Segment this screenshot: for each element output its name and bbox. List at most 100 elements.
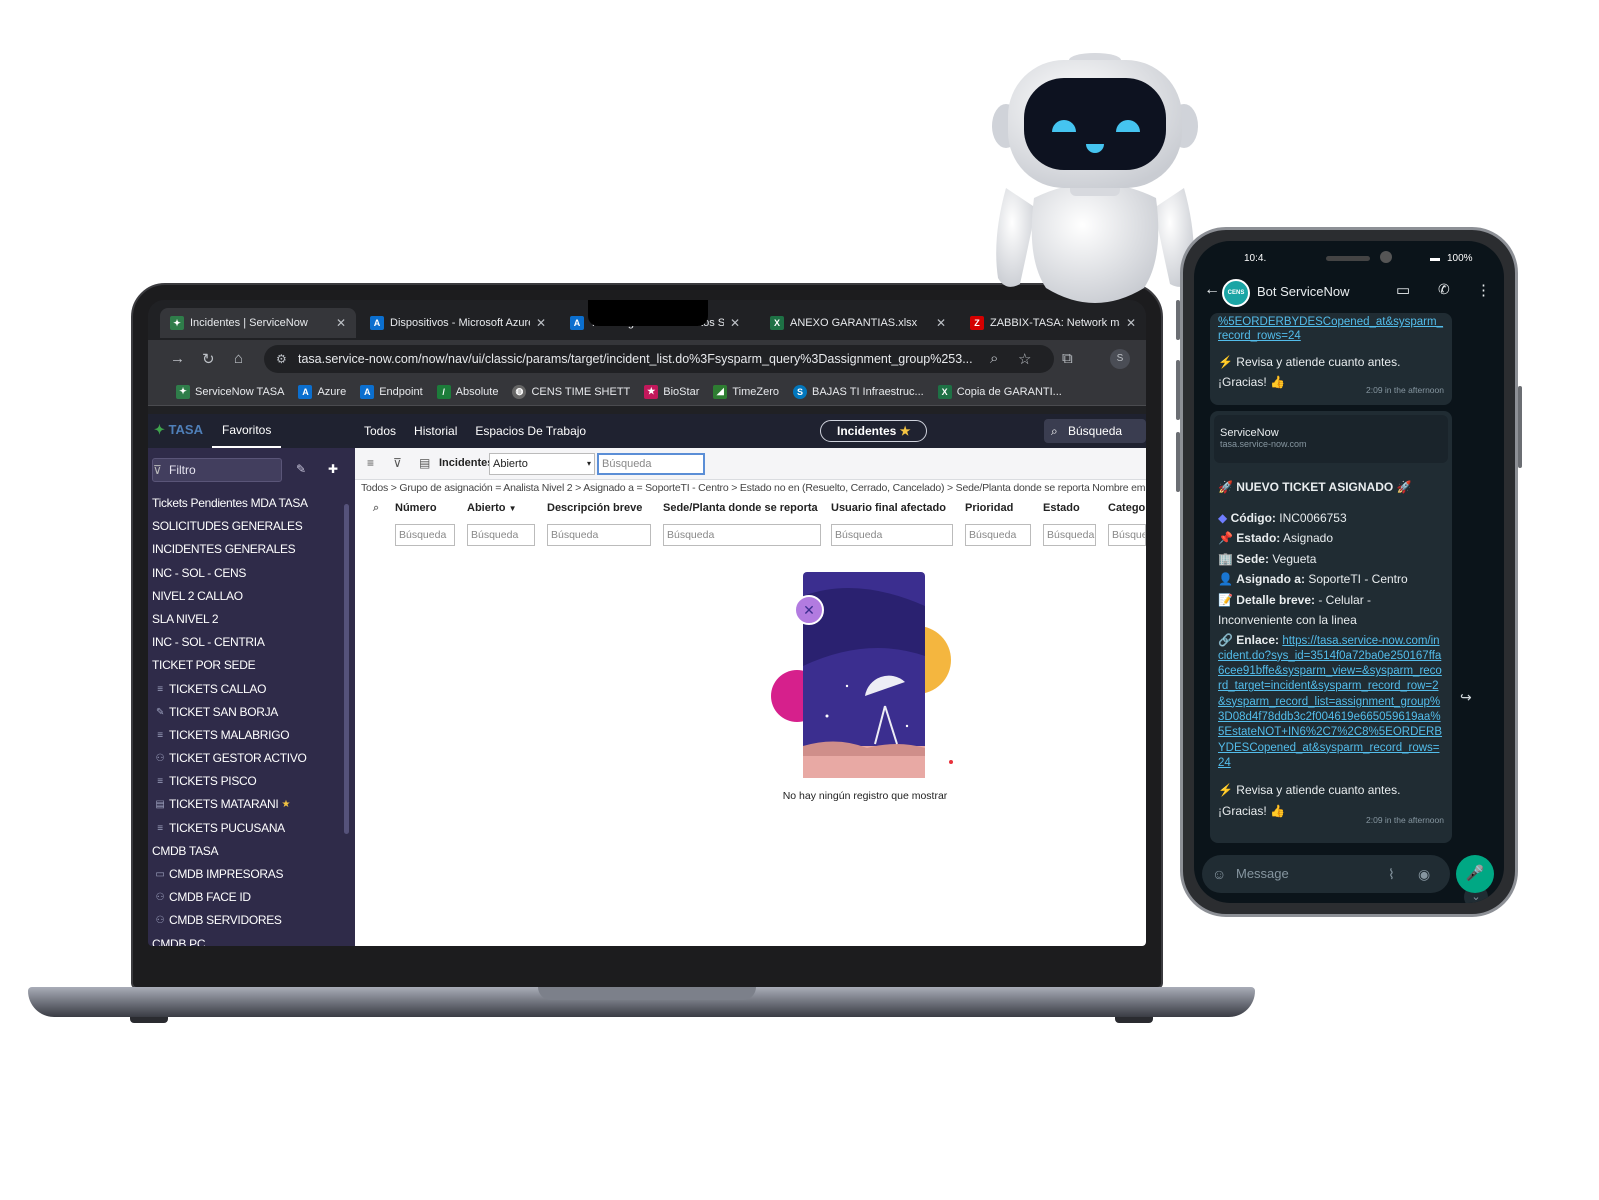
column-usuario[interactable]: Usuario final afectado bbox=[831, 502, 946, 514]
sidebar-item[interactable]: ▭ CMDB IMPRESORAS bbox=[152, 863, 342, 886]
sticker-icon[interactable]: ☺ bbox=[1212, 855, 1226, 893]
bookmark-bajas[interactable]: S BAJAS TI Infraestruc... bbox=[793, 384, 924, 399]
more-options-icon[interactable]: ⋮ bbox=[1476, 281, 1491, 299]
bookmark-timezero[interactable]: ◢ TimeZero bbox=[713, 384, 779, 399]
column-search-input[interactable]: Búsqueda bbox=[467, 524, 535, 546]
bookmark-cens[interactable]: ◍ CENS TIME SHETT bbox=[512, 384, 630, 399]
bookmark-absolute[interactable]: / Absolute bbox=[436, 384, 498, 399]
field-select[interactable]: Abierto ▾ bbox=[489, 453, 595, 475]
global-search[interactable]: ⌕ Búsqueda bbox=[1044, 419, 1146, 443]
context-pill[interactable]: Incidentes ★ bbox=[820, 420, 928, 442]
camera-icon[interactable]: ◉ bbox=[1418, 855, 1430, 893]
sidebar-item[interactable]: ≡ TICKETS MALABRIGO bbox=[152, 724, 342, 747]
column-estado[interactable]: Estado bbox=[1043, 502, 1080, 514]
sidebar-item[interactable]: ⚇ TICKET GESTOR ACTIVO bbox=[152, 747, 342, 770]
nav-todos[interactable]: Todos bbox=[364, 414, 396, 448]
filter-breadcrumb[interactable]: Todos > Grupo de asignación = Analista N… bbox=[361, 482, 1146, 498]
sidebar-item[interactable]: Tickets Pendientes MDA TASA bbox=[152, 492, 342, 515]
close-icon[interactable]: ✕ bbox=[936, 316, 946, 330]
close-icon[interactable]: ✕ bbox=[1126, 316, 1136, 330]
phone-call-icon[interactable]: ✆ bbox=[1438, 281, 1450, 298]
sidebar-item[interactable]: ✎ TICKET SAN BORJA bbox=[152, 701, 342, 724]
reload-icon[interactable]: ↻ bbox=[202, 350, 215, 368]
sidebar-item[interactable]: SOLICITUDES GENERALES bbox=[152, 515, 342, 538]
sidebar-item[interactable]: CMDB TASA bbox=[152, 840, 342, 863]
star-icon[interactable]: ★ bbox=[281, 793, 290, 816]
favorites-tab[interactable]: Favoritos bbox=[212, 414, 282, 448]
filter-input[interactable]: ⊽ Filtro bbox=[152, 458, 282, 482]
bookmark-azure[interactable]: A Azure bbox=[298, 384, 346, 399]
pin-icon[interactable]: ✚ bbox=[328, 462, 338, 476]
tasa-logo[interactable]: ✦ TASA bbox=[154, 422, 203, 438]
bookmark-garanti[interactable]: X Copia de GARANTI... bbox=[937, 384, 1062, 399]
close-icon[interactable]: ✕ bbox=[730, 316, 740, 330]
ticket-link[interactable]: https://tasa.service-now.com/incident.do… bbox=[1218, 635, 1442, 769]
column-prioridad[interactable]: Prioridad bbox=[965, 502, 1013, 514]
column-search-input[interactable]: Búsqueda bbox=[831, 524, 953, 546]
sidebar-scrollbar[interactable] bbox=[344, 504, 349, 834]
close-icon[interactable]: ✕ bbox=[336, 316, 346, 330]
bookmark-star-icon[interactable]: ☆ bbox=[1018, 350, 1031, 368]
zoom-icon[interactable]: ⌕ bbox=[990, 350, 998, 367]
column-numero[interactable]: Número bbox=[395, 502, 437, 514]
sidebar-item[interactable]: INC - SOL - CENTRIA bbox=[152, 631, 342, 654]
list-toolbar: ≡ ⊽ ▤ Incidentes Abierto ▾ Búsqueda bbox=[355, 448, 1146, 480]
column-search-input[interactable]: Búsqueda bbox=[1108, 524, 1146, 546]
sidebar-item[interactable]: ⚇ CMDB SERVIDORES bbox=[152, 909, 342, 932]
sidebar-item[interactable]: SLA NIVEL 2 bbox=[152, 608, 342, 631]
edit-icon[interactable]: ✎ bbox=[296, 462, 306, 476]
tab-servicenow[interactable]: ✦ Incidentes | ServiceNow ✕ bbox=[160, 308, 356, 338]
bookmark-endpoint[interactable]: A Endpoint bbox=[360, 384, 423, 399]
list-search-input[interactable]: Búsqueda bbox=[597, 453, 705, 475]
message-input[interactable]: ☺ Message ⌇ ◉ bbox=[1202, 855, 1450, 893]
avatar[interactable]: CENS bbox=[1222, 279, 1250, 307]
sidebar-item-label: INC - SOL - CENS bbox=[152, 565, 247, 580]
tab-excel[interactable]: X ANEXO GARANTIAS.xlsx ✕ bbox=[760, 308, 956, 338]
attach-icon[interactable]: ⌇ bbox=[1388, 855, 1395, 893]
column-abierto[interactable]: Abierto ▼ bbox=[467, 502, 516, 514]
extensions-icon[interactable]: ⧉ bbox=[1062, 350, 1073, 367]
home-icon[interactable]: ⌂ bbox=[234, 350, 243, 367]
sidebar-item[interactable]: ▤ TICKETS MATARANI ★ bbox=[152, 793, 342, 816]
forward-icon[interactable]: ↪ bbox=[1460, 689, 1472, 706]
search-icon[interactable]: ⌕ bbox=[373, 502, 379, 515]
star-icon[interactable]: ★ bbox=[900, 424, 911, 438]
filter-icon[interactable]: ⊽ bbox=[393, 456, 402, 470]
sidebar-item[interactable]: INCIDENTES GENERALES bbox=[152, 538, 342, 561]
site-settings-icon[interactable]: ⚙ bbox=[276, 345, 287, 373]
message-link[interactable]: %5EORDERBYDESCopened_at&sysparm_record_r… bbox=[1218, 315, 1444, 344]
sidebar-item[interactable]: ≡ TICKETS PISCO bbox=[152, 770, 342, 793]
column-search-input[interactable]: Búsqueda bbox=[663, 524, 821, 546]
column-categoria[interactable]: Categoría bbox=[1108, 502, 1146, 514]
url-field[interactable]: ⚙ tasa.service-now.com/now/nav/ui/classi… bbox=[264, 345, 1054, 373]
sidebar-item[interactable]: NIVEL 2 CALLAO bbox=[152, 585, 342, 608]
forward-icon[interactable]: → bbox=[170, 350, 185, 367]
column-search-input[interactable]: Búsqueda bbox=[965, 524, 1031, 546]
nav-workspaces[interactable]: Espacios De Trabajo bbox=[475, 414, 586, 448]
chat-title[interactable]: Bot ServiceNow bbox=[1257, 284, 1349, 299]
video-call-icon[interactable]: ▭ bbox=[1396, 281, 1410, 299]
bookmark-biostar[interactable]: ★ BioStar bbox=[644, 384, 699, 399]
chat-icon[interactable]: ▤ bbox=[419, 456, 430, 470]
sidebar-item[interactable]: INC - SOL - CENS bbox=[152, 562, 342, 585]
link-preview[interactable]: ServiceNow tasa.service-now.com bbox=[1214, 415, 1448, 463]
column-search-input[interactable]: Búsqueda bbox=[395, 524, 455, 546]
column-sede[interactable]: Sede/Planta donde se reporta bbox=[663, 502, 818, 514]
back-arrow-icon[interactable]: ← bbox=[1204, 281, 1220, 299]
sidebar-item[interactable]: TICKET POR SEDE bbox=[152, 654, 342, 677]
sidebar-item[interactable]: CMDB PC bbox=[152, 933, 342, 946]
column-search-input[interactable]: Búsqueda bbox=[1043, 524, 1096, 546]
close-icon[interactable]: ✕ bbox=[536, 316, 546, 330]
menu-icon[interactable]: ≡ bbox=[367, 456, 374, 470]
mic-button[interactable]: 🎤 bbox=[1456, 855, 1494, 893]
sidebar-item[interactable]: ⚇ CMDB FACE ID bbox=[152, 886, 342, 909]
sidebar-item[interactable]: ≡ TICKETS CALLAO bbox=[152, 678, 342, 701]
column-descripcion[interactable]: Descripción breve bbox=[547, 502, 642, 514]
bookmark-servicenow[interactable]: ✦ ServiceNow TASA bbox=[176, 384, 284, 399]
phone-screen: 10:4. ▬ 100% ← CENS Bot ServiceNow ▭ ✆ ⋮… bbox=[1194, 241, 1504, 903]
column-search-input[interactable]: Búsqueda bbox=[547, 524, 651, 546]
nav-historial[interactable]: Historial bbox=[414, 414, 457, 448]
tab-azure[interactable]: A Dispositivos - Microsoft Azure ✕ bbox=[360, 308, 556, 338]
profile-avatar[interactable]: S bbox=[1110, 349, 1130, 369]
sidebar-item[interactable]: ≡ TICKETS PUCUSANA bbox=[152, 817, 342, 840]
